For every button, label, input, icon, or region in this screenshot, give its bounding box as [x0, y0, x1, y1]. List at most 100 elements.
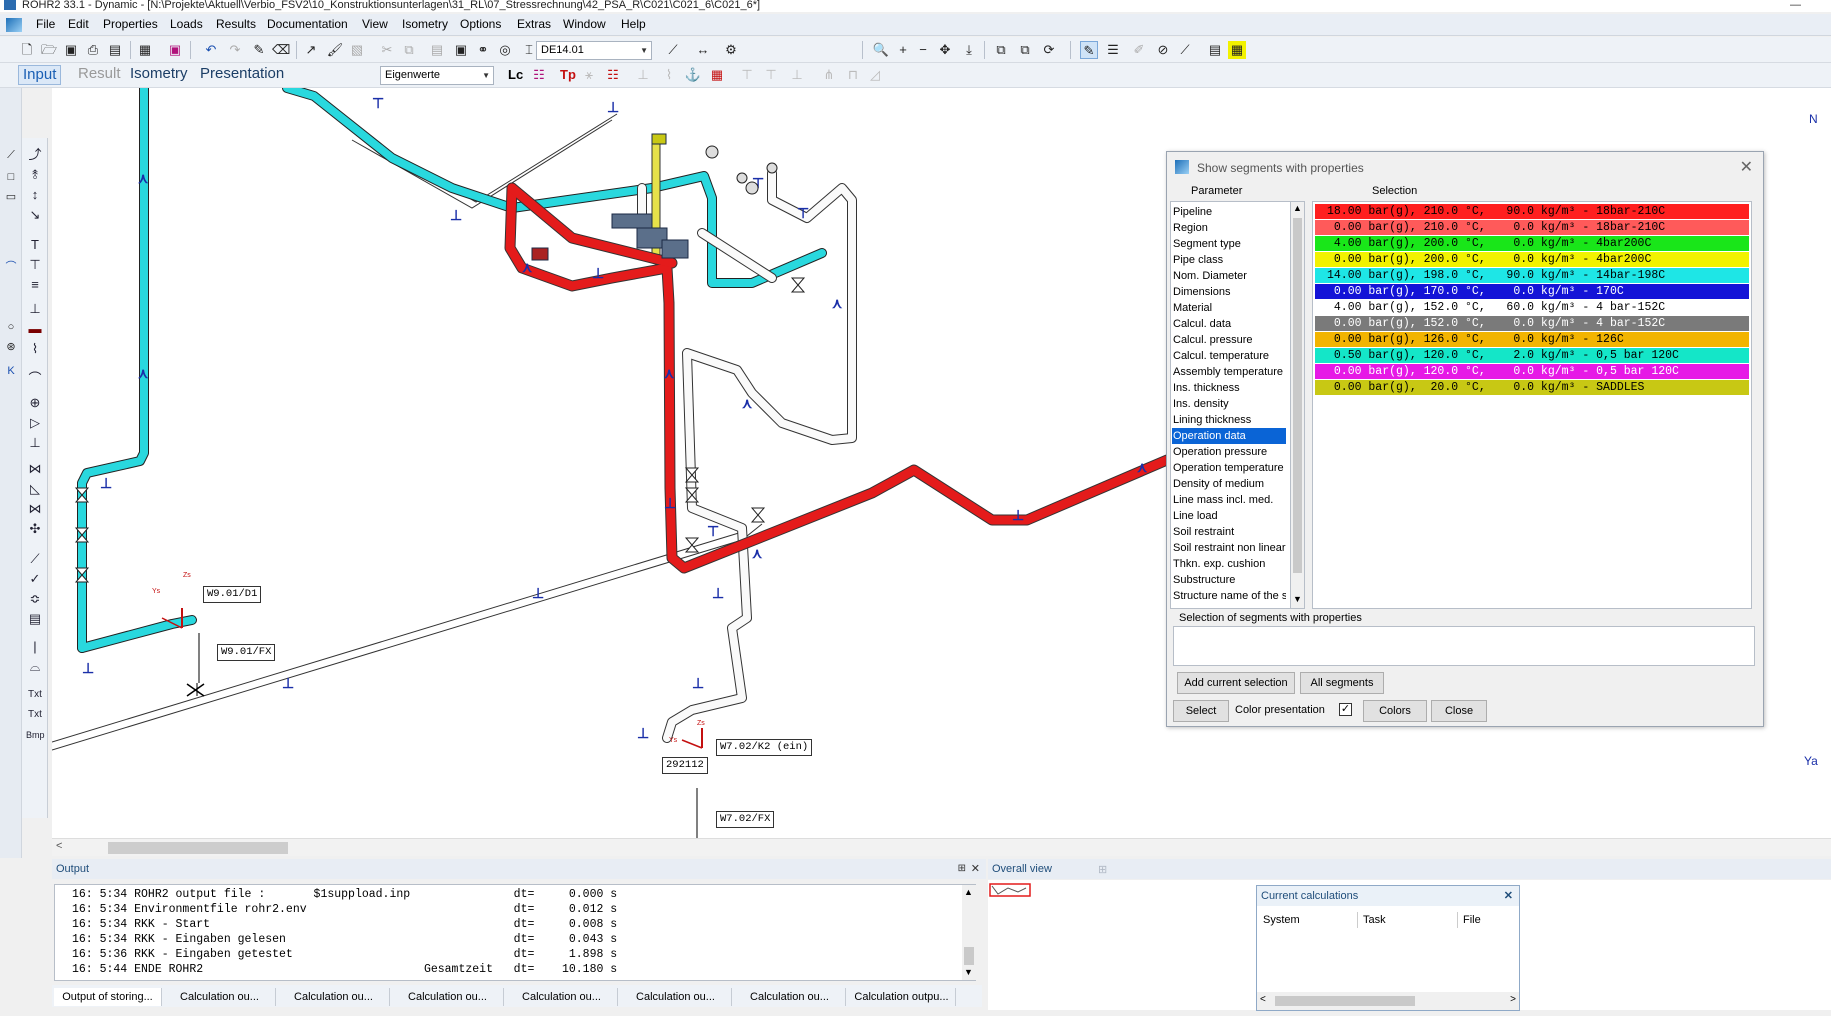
undo-icon[interactable]: ↶ — [202, 41, 220, 59]
parameter-scroll-thumb[interactable] — [1293, 218, 1302, 573]
four-way-valve-icon[interactable]: ✣ — [26, 520, 44, 538]
slope-tool-icon[interactable]: ⟋ — [26, 550, 44, 568]
parameter-item[interactable]: Soil restraint — [1172, 524, 1286, 540]
target-icon[interactable]: ◎ — [496, 41, 514, 59]
output-log[interactable]: 16: 5:34 ROHR2 output file : $1suppload.… — [54, 884, 976, 981]
slope-icon[interactable]: ◿ — [866, 66, 884, 84]
edit-mode-icon[interactable]: ✎ — [1080, 41, 1098, 59]
output-tab[interactable]: Calculation ou... — [392, 988, 504, 1006]
paste-icon[interactable]: ▤ — [428, 41, 446, 59]
menu-file[interactable]: File — [36, 17, 55, 31]
support-label-w901-d1[interactable]: W9.01/D1 — [203, 586, 262, 603]
selection-item[interactable]: 0.00 bar(g), 20.0 °C, 0.0 kg/m³ - SADDLE… — [1315, 380, 1749, 395]
three-way-valve-icon[interactable]: ⋈ — [26, 500, 44, 518]
selection-item[interactable]: 18.00 bar(g), 210.0 °C, 90.0 kg/m³ - 18b… — [1315, 204, 1749, 219]
canvas-horizontal-scrollbar[interactable]: < — [52, 838, 1831, 856]
parameter-item[interactable]: Calcul. pressure — [1172, 332, 1286, 348]
base-support-icon[interactable]: ⊥ — [26, 434, 44, 452]
parameter-item[interactable]: Substructure — [1172, 572, 1286, 588]
reducer-tool-icon[interactable]: ⊤ — [26, 256, 44, 274]
support-label-w901-fx[interactable]: W9.01/FX — [217, 644, 276, 661]
node-icon[interactable]: ⊘ — [1154, 41, 1172, 59]
menu-isometry[interactable]: Isometry — [402, 17, 448, 31]
close-calc-icon[interactable]: ✕ — [1504, 886, 1513, 906]
close-icon[interactable]: ✕ — [1740, 157, 1753, 177]
select-button[interactable]: Select — [1173, 700, 1229, 722]
print-icon[interactable]: ⎙ — [84, 41, 102, 59]
parameter-item[interactable]: Line load — [1172, 508, 1286, 524]
output-tab[interactable]: Calculation ou... — [164, 988, 276, 1006]
valve-tool-icon[interactable]: ⊥ — [26, 300, 44, 318]
selection-item[interactable]: 0.00 bar(g), 120.0 °C, 0.0 kg/m³ - 0,5 b… — [1315, 364, 1749, 379]
globe-tool-icon[interactable]: ⊛ — [2, 338, 20, 356]
hinge-icon[interactable]: ⋔ — [820, 66, 838, 84]
new-file-icon[interactable]: 🗋 — [18, 41, 36, 59]
box-tool-icon[interactable]: □ — [2, 168, 20, 186]
parameter-item[interactable]: Assembly temperature — [1172, 364, 1286, 380]
draw-icon[interactable]: ✐ — [1130, 41, 1148, 59]
colors-button[interactable]: Colors — [1363, 700, 1427, 722]
calculator-icon[interactable]: ▦ — [136, 41, 154, 59]
k-tool-icon[interactable]: K — [2, 362, 20, 380]
parameter-list[interactable]: Pipeline Region Segment type Pipe class Nom.… — [1170, 201, 1291, 609]
line-tool-icon[interactable]: ⟋ — [664, 41, 682, 59]
app-menu-icon[interactable] — [6, 18, 22, 32]
col-task[interactable]: Task — [1363, 914, 1386, 926]
window-tile-icon[interactable]: ⧉ — [992, 41, 1010, 59]
dimension-icon[interactable]: ⟋ — [1176, 41, 1194, 59]
parameter-item[interactable]: Ins. density — [1172, 396, 1286, 412]
saddle-tool-icon[interactable]: ⌓ — [26, 658, 44, 676]
parameter-item[interactable]: Material — [1172, 300, 1286, 316]
support-label-w702-fx[interactable]: W7.02/FX — [716, 811, 775, 828]
scroll-left-icon[interactable]: < — [56, 840, 62, 852]
overview-pin-icon[interactable]: ⊞ — [1098, 860, 1107, 880]
arrow-tool-icon[interactable]: ↗ — [302, 41, 320, 59]
tp-options-icon[interactable]: ⚹ — [580, 66, 598, 84]
output-scroll-thumb[interactable] — [964, 947, 974, 965]
result-type-combo[interactable]: Eigenwerte ▼ — [380, 66, 494, 85]
menu-loads[interactable]: Loads — [170, 17, 203, 31]
save-all-icon[interactable]: ▣ — [166, 41, 184, 59]
expansion-joint-icon[interactable]: ≎ — [26, 590, 44, 608]
parameter-item[interactable]: Calcul. data — [1172, 316, 1286, 332]
stop-icon[interactable]: ⊓ — [844, 66, 862, 84]
selected-segments-box[interactable] — [1173, 626, 1755, 666]
bitmap-tool[interactable]: Bmp — [26, 726, 45, 744]
output-scrollbar[interactable]: ▲ ▼ — [962, 885, 976, 980]
cross-support-icon[interactable]: ⊕ — [26, 394, 44, 412]
parameter-item[interactable]: Segment type — [1172, 236, 1286, 252]
tab-isometry[interactable]: Isometry — [130, 65, 188, 83]
selection-item[interactable]: 0.50 bar(g), 120.0 °C, 2.0 kg/m³ - 0,5 b… — [1315, 348, 1749, 363]
snubber-icon[interactable]: ⊥ — [788, 66, 806, 84]
selection-item[interactable]: 0.00 bar(g), 200.0 °C, 0.0 kg/m³ - 4bar2… — [1315, 252, 1749, 267]
parameter-item[interactable]: Line mass incl. med. — [1172, 492, 1286, 508]
check-tool-icon[interactable]: ✓ — [26, 570, 44, 588]
table-icon[interactable]: ▤ — [1206, 41, 1224, 59]
add-current-selection-button[interactable]: Add current selection — [1177, 672, 1295, 694]
output-tab[interactable]: Calculation ou... — [620, 988, 732, 1006]
parameter-list-scrollbar[interactable]: ▲ ▼ — [1291, 201, 1305, 609]
support-label-w702-k2[interactable]: W7.02/K2 (ein) — [716, 739, 813, 756]
window-refresh-icon[interactable]: ⟳ — [1040, 41, 1058, 59]
pan-icon[interactable]: ✥ — [936, 41, 954, 59]
guide-icon[interactable]: ⊤ — [762, 66, 780, 84]
parameter-item[interactable]: Thkn. exp. cushion — [1172, 556, 1286, 572]
angle-valve-icon[interactable]: ◺ — [26, 480, 44, 498]
measure-icon[interactable]: ↔ — [694, 41, 712, 59]
cut-icon[interactable]: ✂ — [378, 41, 396, 59]
menu-window[interactable]: Window — [563, 17, 606, 31]
selection-item[interactable]: 0.00 bar(g), 126.0 °C, 0.0 kg/m³ - 126C — [1315, 332, 1749, 347]
output-tab[interactable]: Output of storing... — [54, 988, 162, 1006]
tp-button[interactable]: Tp — [560, 67, 576, 82]
parameter-item[interactable]: Region — [1172, 220, 1286, 236]
selection-item[interactable]: 0.00 bar(g), 210.0 °C, 0.0 kg/m³ - 18bar… — [1315, 220, 1749, 235]
scroll-down-icon[interactable]: ▼ — [964, 967, 973, 977]
parameter-item[interactable]: Operation pressure — [1172, 444, 1286, 460]
scroll-up-icon[interactable]: ▲ — [1293, 203, 1302, 213]
flange-tool-icon[interactable]: ≡ — [26, 276, 44, 294]
minimize-icon[interactable]: — — [1790, 0, 1801, 11]
list-icon[interactable]: ☰ — [1104, 41, 1122, 59]
copy-format-icon[interactable]: ▧ — [348, 41, 366, 59]
list-red-icon[interactable]: ☷ — [530, 66, 548, 84]
selection-item[interactable]: 4.00 bar(g), 152.0 °C, 60.0 kg/m³ - 4 ba… — [1315, 300, 1749, 315]
